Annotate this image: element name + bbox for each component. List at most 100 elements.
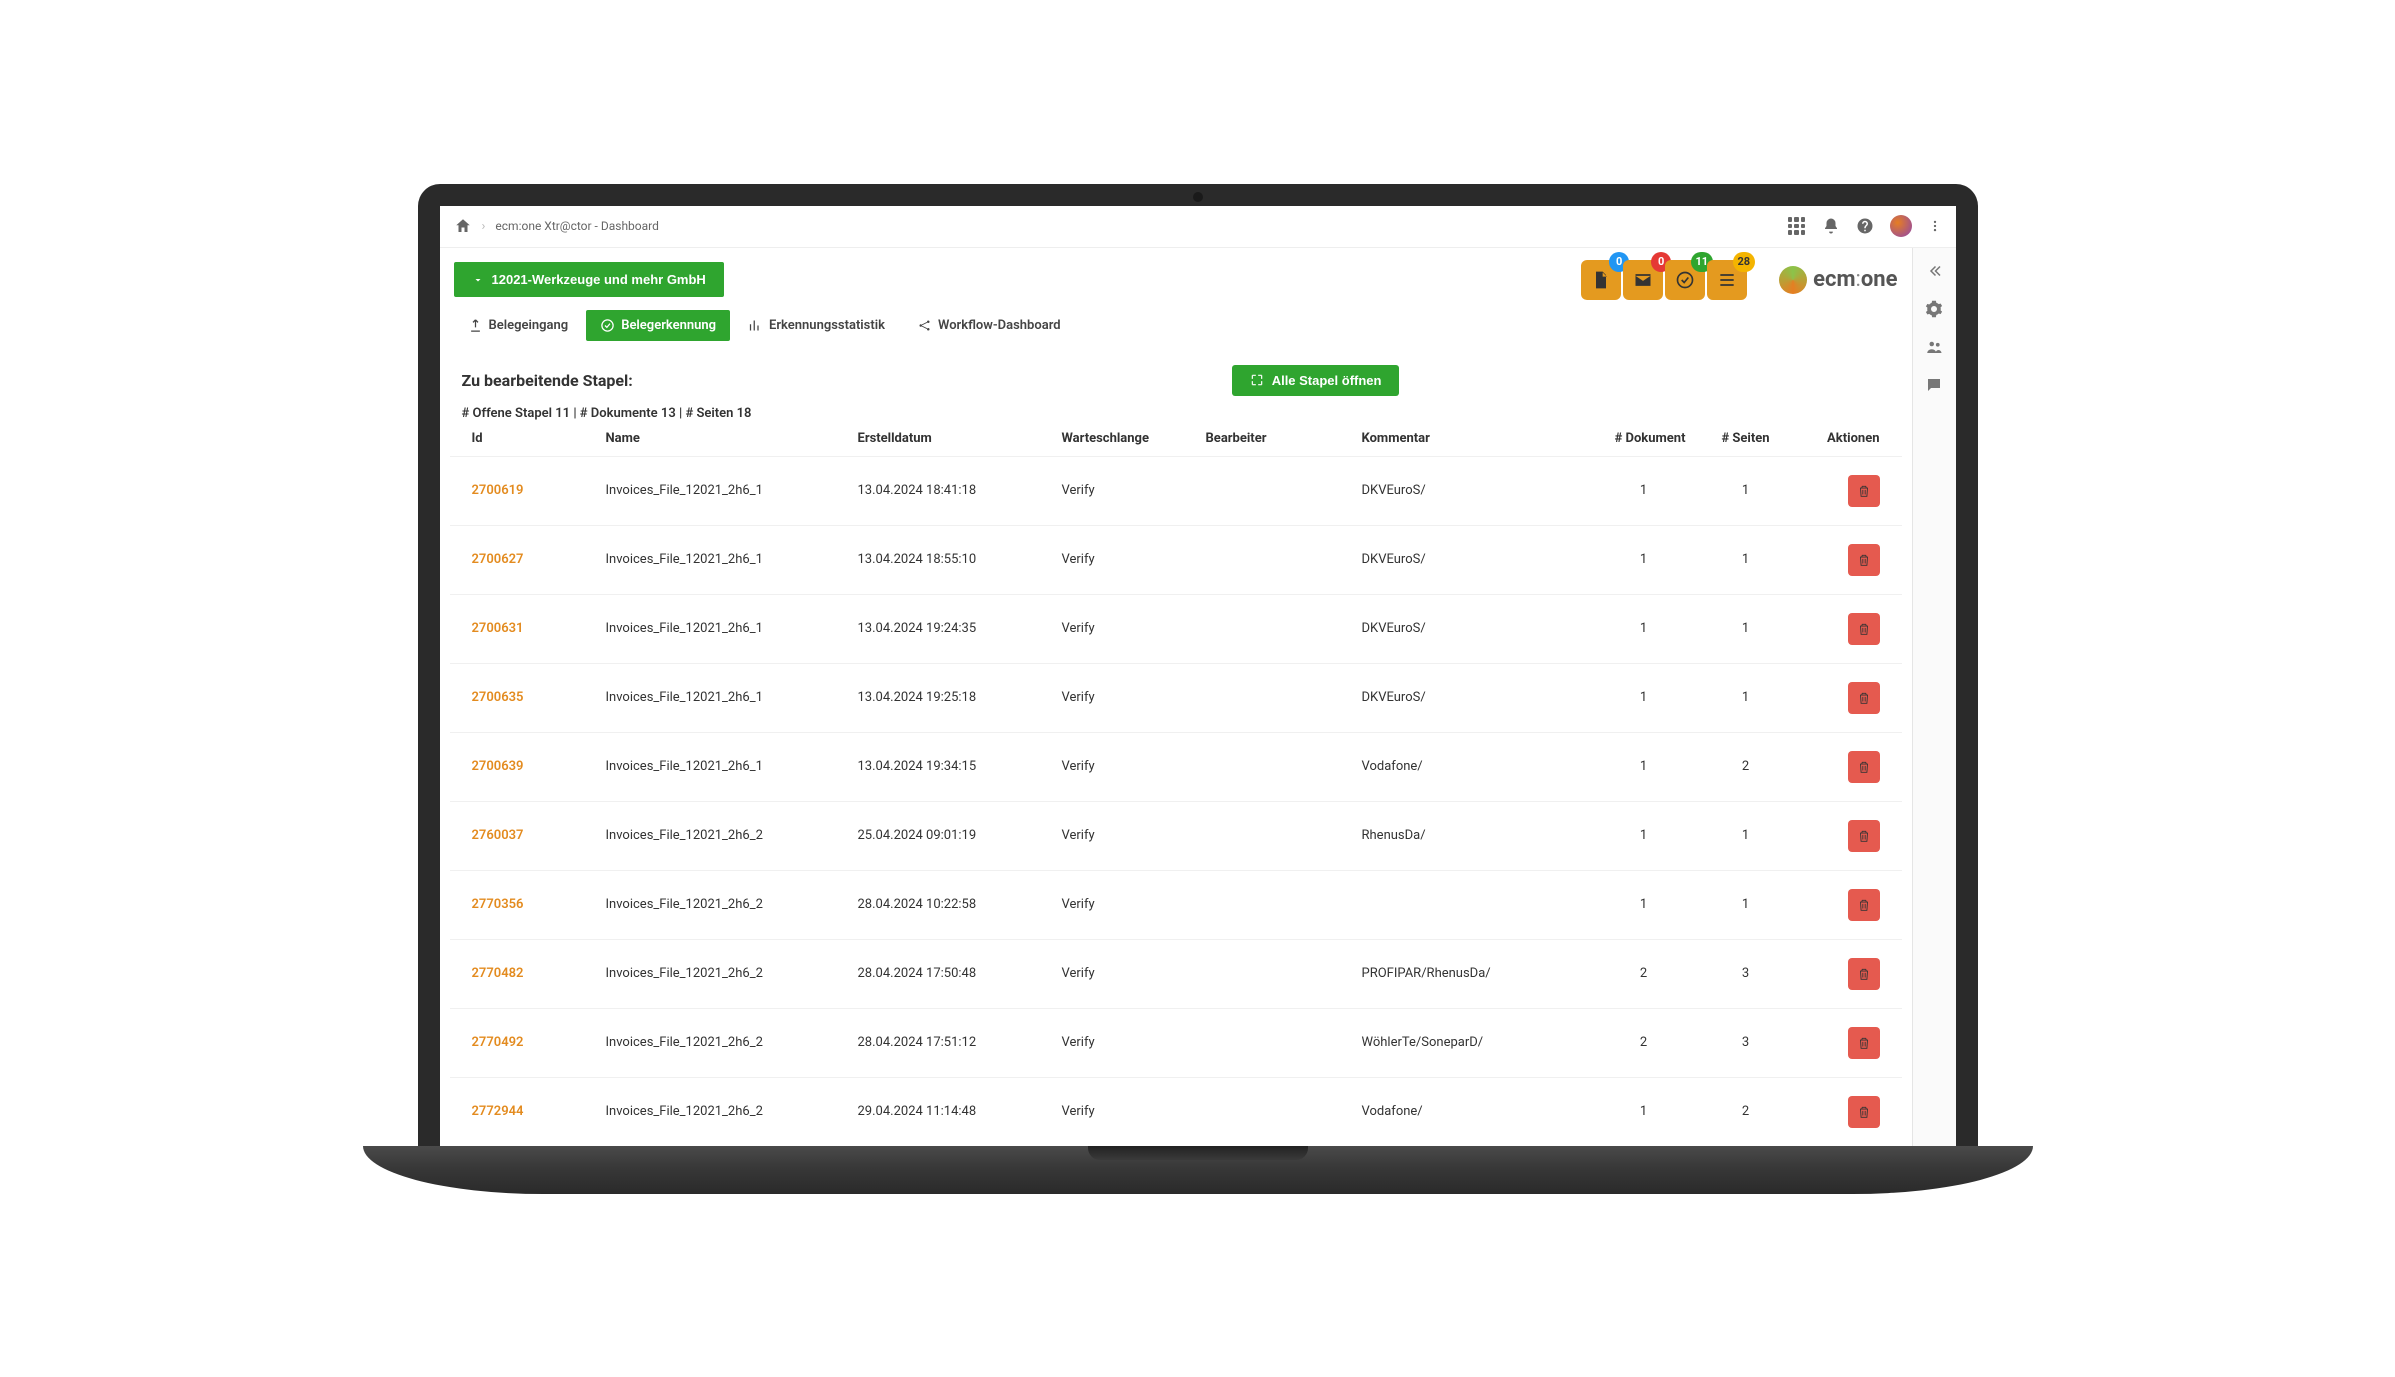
logo: ecm:one [1779, 266, 1897, 294]
document-icon [1591, 270, 1611, 290]
tab-workflow-dashboard[interactable]: Workflow-Dashboard [903, 310, 1075, 341]
col-created[interactable]: Erstelldatum [846, 425, 1050, 457]
col-actions[interactable]: Aktionen [1794, 425, 1902, 457]
badge-list: 28 [1733, 252, 1756, 272]
row-doc-count: 2 [1590, 939, 1698, 1008]
row-editor [1194, 525, 1350, 594]
stapel-table: Id Name Erstelldatum Warteschlange Bearb… [450, 425, 1902, 1146]
row-page-count: 2 [1698, 1077, 1794, 1146]
row-page-count: 1 [1698, 525, 1794, 594]
check-icon [600, 318, 615, 333]
tab-label: Belegerkennung [621, 318, 716, 333]
home-icon[interactable] [454, 217, 472, 235]
row-id-link[interactable]: 2770356 [472, 897, 524, 912]
company-name: 12021-Werkzeuge und mehr GmbH [492, 272, 706, 287]
row-queue: Verify [1050, 456, 1194, 525]
table-row: 2770492 Invoices_File_12021_2h6_2 28.04.… [450, 1008, 1902, 1077]
row-queue: Verify [1050, 801, 1194, 870]
app-root: › ecm:one Xtr@ctor - Dashboard [440, 206, 1956, 1146]
col-comment[interactable]: Kommentar [1350, 425, 1590, 457]
row-queue: Verify [1050, 525, 1194, 594]
tab-belegerkennung[interactable]: Belegerkennung [586, 310, 730, 341]
delete-button[interactable] [1848, 544, 1880, 576]
users-icon[interactable] [1925, 338, 1943, 356]
col-editor[interactable]: Bearbeiter [1194, 425, 1350, 457]
row-id-link[interactable]: 2700619 [472, 483, 524, 498]
company-selector-button[interactable]: 12021-Werkzeuge und mehr GmbH [454, 262, 724, 297]
delete-button[interactable] [1848, 475, 1880, 507]
table-row: 2700627 Invoices_File_12021_2h6_1 13.04.… [450, 525, 1902, 594]
bell-icon[interactable] [1822, 217, 1840, 235]
row-doc-count: 1 [1590, 594, 1698, 663]
row-id-link[interactable]: 2700627 [472, 552, 524, 567]
laptop-frame: › ecm:one Xtr@ctor - Dashboard [418, 184, 1978, 1194]
status-list[interactable]: 28 [1707, 260, 1747, 300]
tab-erkennungsstatistik[interactable]: Erkennungsstatistik [734, 310, 899, 341]
logo-text-a: ecm [1813, 267, 1855, 292]
row-id-link[interactable]: 2700631 [472, 621, 524, 636]
gear-icon[interactable] [1925, 300, 1943, 318]
delete-button[interactable] [1848, 958, 1880, 990]
row-id-link[interactable]: 2760037 [472, 828, 524, 843]
col-pages[interactable]: # Seiten [1698, 425, 1794, 457]
chat-icon[interactable] [1925, 376, 1943, 394]
row-id-link[interactable]: 2770482 [472, 966, 524, 981]
avatar[interactable] [1890, 215, 1912, 237]
expand-icon [1250, 373, 1264, 387]
delete-button[interactable] [1848, 820, 1880, 852]
row-created: 29.04.2024 11:14:48 [846, 1077, 1050, 1146]
row-queue: Verify [1050, 732, 1194, 801]
row-id-link[interactable]: 2772944 [472, 1104, 524, 1119]
more-icon[interactable] [1928, 217, 1942, 235]
help-icon[interactable] [1856, 217, 1874, 235]
row-created: 25.04.2024 09:01:19 [846, 801, 1050, 870]
row-created: 13.04.2024 19:24:35 [846, 594, 1050, 663]
row-id-link[interactable]: 2770492 [472, 1035, 524, 1050]
row-editor [1194, 939, 1350, 1008]
row-name: Invoices_File_12021_2h6_1 [594, 456, 846, 525]
row-queue: Verify [1050, 663, 1194, 732]
delete-button[interactable] [1848, 889, 1880, 921]
col-id[interactable]: Id [450, 425, 594, 457]
row-page-count: 1 [1698, 456, 1794, 525]
row-editor [1194, 801, 1350, 870]
row-comment: DKVEuroS/ [1350, 456, 1590, 525]
open-all-button[interactable]: Alle Stapel öffnen [1232, 365, 1400, 396]
row-editor [1194, 732, 1350, 801]
col-name[interactable]: Name [594, 425, 846, 457]
row-page-count: 1 [1698, 801, 1794, 870]
laptop-screen: › ecm:one Xtr@ctor - Dashboard [418, 184, 1978, 1146]
section-title: Zu bearbeitende Stapel: [462, 371, 633, 390]
summary-line: # Offene Stapel 11 | # Dokumente 13 | # … [440, 402, 1912, 425]
row-queue: Verify [1050, 870, 1194, 939]
trash-icon [1857, 1036, 1871, 1050]
delete-button[interactable] [1848, 1096, 1880, 1128]
col-queue[interactable]: Warteschlange [1050, 425, 1194, 457]
row-comment: RhenusDa/ [1350, 801, 1590, 870]
row-created: 28.04.2024 17:51:12 [846, 1008, 1050, 1077]
status-icons: 0 0 11 [1581, 260, 1747, 300]
row-doc-count: 1 [1590, 870, 1698, 939]
trash-icon [1857, 898, 1871, 912]
status-mail[interactable]: 0 [1623, 260, 1663, 300]
delete-button[interactable] [1848, 682, 1880, 714]
row-comment: Vodafone/ [1350, 732, 1590, 801]
row-editor [1194, 1077, 1350, 1146]
table-row: 2760037 Invoices_File_12021_2h6_2 25.04.… [450, 801, 1902, 870]
table-header-row: Id Name Erstelldatum Warteschlange Bearb… [450, 425, 1902, 457]
row-id-link[interactable]: 2700639 [472, 759, 524, 774]
apps-icon[interactable] [1788, 217, 1806, 235]
status-docs[interactable]: 0 [1581, 260, 1621, 300]
delete-button[interactable] [1848, 751, 1880, 783]
delete-button[interactable] [1848, 1027, 1880, 1059]
row-id-link[interactable]: 2700635 [472, 690, 524, 705]
row-name: Invoices_File_12021_2h6_2 [594, 1008, 846, 1077]
breadcrumb[interactable]: ecm:one Xtr@ctor - Dashboard [495, 219, 658, 233]
row-editor [1194, 870, 1350, 939]
status-check[interactable]: 11 [1665, 260, 1705, 300]
collapse-icon[interactable] [1925, 262, 1943, 280]
delete-button[interactable] [1848, 613, 1880, 645]
tab-belegeingang[interactable]: Belegeingang [454, 310, 583, 341]
col-doc[interactable]: # Dokument [1590, 425, 1698, 457]
row-page-count: 1 [1698, 663, 1794, 732]
